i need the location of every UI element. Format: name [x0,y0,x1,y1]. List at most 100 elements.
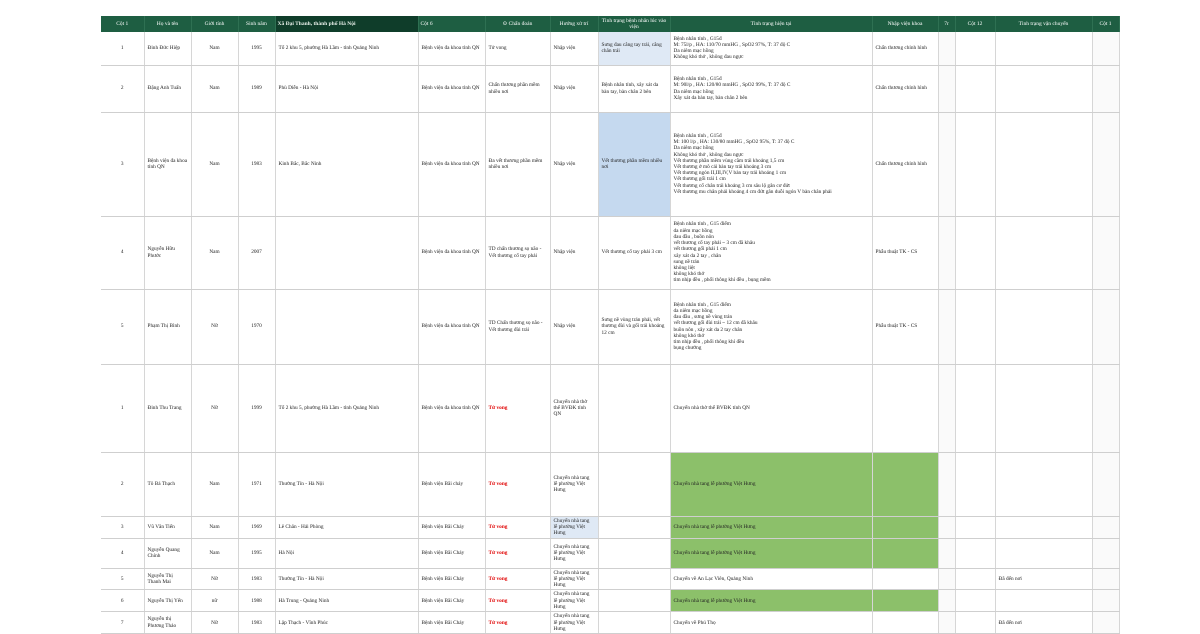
admission-status-cell[interactable] [598,364,671,453]
admission-status-cell[interactable] [598,516,671,539]
treatment-cell[interactable]: Chuyển nhà tang lễ phường Việt Hưng [550,589,599,613]
col-header-1[interactable]: Cột 1 [101,16,145,32]
row-number-cell[interactable]: 7 [101,611,145,634]
row-number-cell[interactable]: 1 [101,32,145,66]
cell-last-cell[interactable] [1092,32,1120,66]
cell-last-cell[interactable] [1092,289,1120,365]
address-cell[interactable]: Tổ 2 khu 5, phường Hà Lầm - tỉnh Quảng N… [275,364,419,453]
address-cell[interactable]: Lê Chân - Hải Phòng [275,516,419,539]
current-status-cell[interactable]: Bệnh nhân tỉnh , G15đ M: 90l/p , HA: 120… [670,65,873,113]
current-status-cell[interactable]: Chuyển về Phú Thọ [670,611,873,634]
cell-12-cell[interactable] [955,112,996,217]
cell-7r-cell[interactable] [938,216,956,290]
row-number-cell[interactable]: 3 [101,516,145,539]
cell-7r-cell[interactable] [938,32,956,66]
treatment-cell[interactable]: Nhập viện [550,112,599,217]
gender-cell[interactable]: Nam [191,32,239,66]
cell-last-cell[interactable] [1092,611,1120,634]
patient-name-cell[interactable]: Đinh Đức Hiệp [144,32,192,66]
birth-year-cell[interactable]: 1988 [238,589,276,613]
birth-year-cell[interactable]: 1983 [238,568,276,591]
hospital-cell[interactable]: Bệnh viện đa khoa tỉnh QN [418,216,486,290]
col-header-current-status[interactable]: Tình trạng hiện tại [670,16,873,32]
birth-year-cell[interactable]: 1983 [238,611,276,634]
birth-year-cell[interactable]: 1995 [238,538,276,569]
cell-12-cell[interactable] [955,611,996,634]
admission-status-cell[interactable] [598,611,671,634]
gender-cell[interactable]: Nữ [191,364,239,453]
treatment-cell[interactable]: Nhập viện [550,32,599,66]
department-cell[interactable] [872,538,939,569]
department-cell[interactable]: Chấn thương chỉnh hình [872,32,939,66]
gender-cell[interactable]: Nam [191,452,239,517]
cell-7r-cell[interactable] [938,112,956,217]
col-header-name[interactable]: Họ và tên [144,16,192,32]
col-header-diagnosis[interactable]: ⊙ Chẩn đoán [485,16,551,32]
hospital-cell[interactable]: Bệnh viện đa khoa tỉnh QN [418,112,486,217]
transport-status-cell[interactable] [995,216,1093,290]
admission-status-cell[interactable]: Vết thương phần mềm nhiều nơi [598,112,671,217]
patient-name-cell[interactable]: Nguyễn Hữu Phước [144,216,192,290]
cell-12-cell[interactable] [955,32,996,66]
col-header-department[interactable]: Nhập viện khoa [872,16,939,32]
treatment-cell[interactable]: Chuyển nhà thờ thể BVĐK tỉnh QN [550,364,599,453]
current-status-cell[interactable]: Bệnh nhân tỉnh , G15 điểm da niêm mạc hồ… [670,289,873,365]
patient-name-cell[interactable]: Nguyễn Thị Thanh Mai [144,568,192,591]
birth-year-cell[interactable]: 1995 [238,32,276,66]
department-cell[interactable] [872,516,939,539]
address-cell[interactable]: Kinh Bắc, Bắc Ninh [275,112,419,217]
cell-last-cell[interactable] [1092,364,1120,453]
department-cell[interactable]: Phẫu thuật TK - CS [872,289,939,365]
patient-name-cell[interactable]: Phạm Thị Bình [144,289,192,365]
col-header-6[interactable]: Cột 6 [418,16,486,32]
hospital-cell[interactable]: Bệnh viện Bãi cháy [418,452,486,517]
current-status-cell[interactable]: Chuyển nhà tang lễ phường Việt Hưng [670,452,873,517]
row-number-cell[interactable]: 5 [101,568,145,591]
cell-12-cell[interactable] [955,516,996,539]
current-status-cell[interactable]: Chuyển nhà tang lễ phường Việt Hưng [670,516,873,539]
patient-name-cell[interactable]: Vũ Văn Tiến [144,516,192,539]
row-number-cell[interactable]: 2 [101,65,145,113]
cell-7r-cell[interactable] [938,452,956,517]
address-cell[interactable]: Hà Trung - Quảng Ninh [275,589,419,613]
cell-12-cell[interactable] [955,589,996,613]
diagnosis-cell[interactable]: TD Chấn thương sọ não - Vết thương đùi t… [485,289,551,365]
cell-last-cell[interactable] [1092,65,1120,113]
admission-status-cell[interactable] [598,589,671,613]
hospital-cell[interactable]: Bệnh viện Bãi Cháy [418,538,486,569]
transport-status-cell[interactable] [995,32,1093,66]
diagnosis-cell[interactable]: Chấn thương phần mềm nhiều nơi [485,65,551,113]
gender-cell[interactable]: Nam [191,112,239,217]
cell-last-cell[interactable] [1092,516,1120,539]
department-cell[interactable] [872,452,939,517]
row-number-cell[interactable]: 5 [101,289,145,365]
col-header-birth-year[interactable]: Sinh năm [238,16,276,32]
cell-7r-cell[interactable] [938,611,956,634]
gender-cell[interactable]: Nữ [191,568,239,591]
department-cell[interactable] [872,611,939,634]
treatment-cell[interactable]: Nhập viện [550,289,599,365]
current-status-cell[interactable]: Chuyển nhà tang lễ phường Việt Hưng [670,538,873,569]
treatment-cell[interactable]: Chuyển nhà tang lễ phường Việt Hưng [550,516,599,539]
treatment-cell[interactable]: Nhập viện [550,65,599,113]
admission-status-cell[interactable] [598,568,671,591]
birth-year-cell[interactable]: 1971 [238,452,276,517]
transport-status-cell[interactable] [995,452,1093,517]
treatment-cell[interactable]: Nhập viện [550,216,599,290]
current-status-cell[interactable]: Chuyển nhà thờ thể BVĐK tỉnh QN [670,364,873,453]
transport-status-cell[interactable] [995,364,1093,453]
department-cell[interactable] [872,589,939,613]
department-cell[interactable] [872,568,939,591]
diagnosis-cell[interactable]: Tử vong [485,538,551,569]
address-cell[interactable] [275,289,419,365]
current-status-cell[interactable]: Chuyển về An Lạc Viên, Quảng Ninh [670,568,873,591]
address-cell[interactable]: Hà Nội [275,538,419,569]
diagnosis-cell[interactable]: Tử vong [485,516,551,539]
department-cell[interactable]: Chấn thương chỉnh hình [872,65,939,113]
diagnosis-cell[interactable]: Tử vong [485,452,551,517]
treatment-cell[interactable]: Chuyển nhà tang lễ phường Việt Hưng [550,452,599,517]
diagnosis-cell[interactable]: Tử vong [485,589,551,613]
treatment-cell[interactable]: Chuyển nhà tang lễ phường Việt Hưng [550,568,599,591]
gender-cell[interactable]: Nữ [191,611,239,634]
col-header-address[interactable]: Xã Đại Thanh, thành phố Hà Nội [275,16,419,32]
